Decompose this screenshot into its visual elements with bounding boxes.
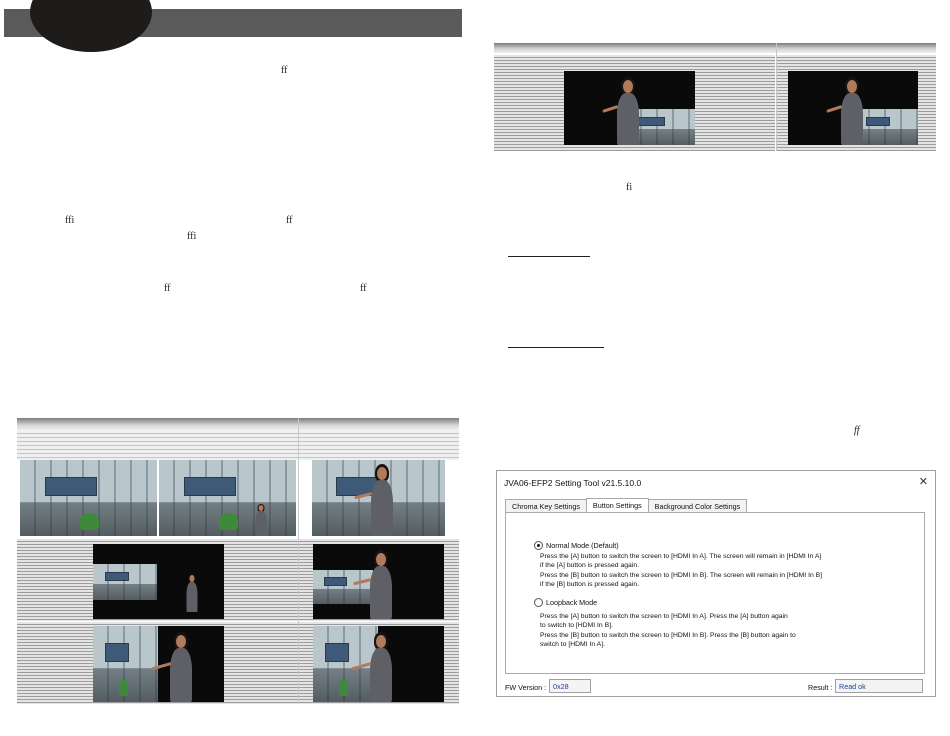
composite-example-grid [17, 418, 459, 704]
loopback-mode-description: Press the [A] button to switch the scree… [540, 613, 796, 648]
ligature-glyph: fi [626, 182, 633, 193]
presenter-figure [252, 504, 270, 536]
ligature-glyph: ffi [65, 215, 75, 226]
ligature-glyph: ff [281, 65, 288, 76]
presenter-figure [354, 464, 400, 536]
presenter-figure [602, 77, 646, 145]
presenter-figure [151, 632, 199, 702]
normal-mode-description: Press the [A] button to switch the scree… [540, 553, 823, 588]
section-number-disc [30, 0, 152, 52]
ligature-glyph: ff [286, 215, 293, 226]
grid-header-strip [17, 418, 459, 430]
presenter-photo [788, 71, 918, 145]
presenter-photo [564, 71, 695, 145]
presenter-figure [351, 632, 399, 702]
grid-header-band [17, 430, 459, 460]
presenter-photo [93, 626, 224, 702]
normal-mode-label: Normal Mode (Default) [546, 541, 619, 550]
button-settings-panel: Normal Mode (Default) Press the [A] butt… [505, 512, 925, 674]
presenter-photo [313, 544, 444, 619]
office-background-photo [159, 460, 296, 536]
presenter-figure [826, 77, 870, 145]
result-field: Read ok [835, 679, 923, 693]
presenter-figure [353, 550, 399, 619]
settings-tabs: Chroma Key Settings Button Settings Back… [505, 498, 748, 513]
ligature-glyph: ffi [187, 231, 197, 242]
presenter-figure [183, 574, 201, 614]
fw-version-field: 0x28 [549, 679, 591, 693]
fw-version-label: FW Version : [505, 683, 547, 692]
loopback-mode-option[interactable]: Loopback Mode [534, 598, 597, 607]
office-half [93, 626, 158, 702]
tab-chroma-key-settings[interactable]: Chroma Key Settings [505, 499, 587, 513]
result-label: Result : [808, 683, 833, 692]
office-background-photo [20, 460, 157, 536]
setting-tool-window: JVA06-EFP2 Setting Tool v21.5.10.0 ✕ Chr… [496, 470, 936, 697]
presenter-photo [313, 626, 444, 702]
tab-button-settings[interactable]: Button Settings [585, 498, 649, 513]
window-title: JVA06-EFP2 Setting Tool v21.5.10.0 [504, 478, 642, 488]
presenter-photo [93, 544, 224, 619]
normal-mode-option[interactable]: Normal Mode (Default) [534, 541, 619, 550]
tab-background-color-settings[interactable]: Background Color Settings [647, 499, 748, 513]
heading-underline [508, 347, 604, 348]
composite-example-top [494, 43, 936, 151]
office-background-photo [312, 460, 445, 536]
ligature-glyph: ff [164, 283, 171, 294]
grid-divider [776, 43, 777, 151]
office-inset [93, 564, 157, 600]
radio-unselected-icon[interactable] [534, 598, 543, 607]
grid-header-strip [494, 43, 936, 53]
radio-selected-icon[interactable] [534, 541, 543, 550]
ligature-glyph: ff [360, 283, 367, 294]
ligature-glyph: ff [854, 425, 860, 436]
heading-underline [508, 256, 590, 257]
close-icon[interactable]: ✕ [919, 475, 928, 488]
loopback-mode-label: Loopback Mode [546, 598, 598, 607]
